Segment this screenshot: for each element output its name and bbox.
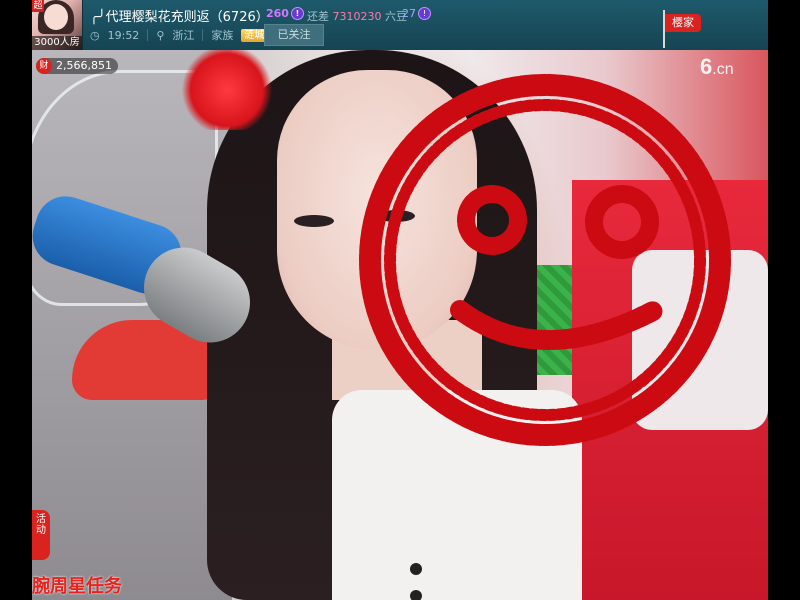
avatar-face	[44, 4, 68, 30]
location-icon: ⚲	[156, 28, 165, 42]
clan-label: 家族	[211, 29, 234, 42]
clock-icon: ◷	[90, 28, 100, 42]
next-level-value: 27	[402, 7, 416, 20]
upgrade-gap: 还差 7310230 六豆	[307, 8, 407, 24]
wealth-value: 2,566,851	[56, 59, 112, 72]
flag-label: 樱家	[665, 14, 701, 32]
gap-label: 还差	[307, 10, 329, 23]
next-level-pin-icon: !	[418, 7, 431, 20]
video-stream[interactable]: 财 2,566,851 6.cn 活动 腕周星任务	[32, 50, 768, 600]
logo-suffix: .cn	[712, 61, 734, 78]
logo-digit: 6	[700, 54, 713, 79]
broadcast-time: 19:52	[107, 28, 140, 42]
location: 浙江	[172, 29, 195, 42]
smiley-eye-left	[457, 185, 527, 255]
next-level: 27 !	[402, 7, 431, 20]
smiley-outline	[359, 74, 731, 446]
smiley-eye-right	[585, 185, 659, 259]
wealth-icon: 财	[36, 58, 52, 74]
room-header: 超 3000人房 ╭╯代理樱梨花充则返（6726） 260 ! 还差 73102…	[32, 0, 768, 50]
host-avatar[interactable]: 超 3000人房	[32, 0, 83, 50]
activity-tab[interactable]: 活动	[32, 510, 50, 560]
host-level: 260 !	[266, 7, 304, 20]
top-button	[410, 563, 422, 575]
hair-flower	[182, 50, 272, 130]
gap-value: 7310230	[332, 10, 382, 23]
level-pin-icon: !	[290, 7, 304, 20]
smiley-outline-inner	[384, 99, 706, 421]
host-name[interactable]: ╭╯代理樱梨花充则返（6726）	[90, 6, 269, 25]
divider	[147, 29, 149, 41]
wealth-counter: 财 2,566,851	[36, 58, 118, 74]
room-capacity: 3000人房	[32, 36, 82, 50]
site-logo: 6.cn	[700, 54, 734, 80]
host-level-value: 260	[266, 7, 289, 20]
live-room: 超 3000人房 ╭╯代理樱梨花充则返（6726） 260 ! 还差 73102…	[32, 0, 768, 600]
top-button	[410, 590, 422, 600]
divider	[202, 29, 204, 41]
smiley-gift-animation	[359, 74, 731, 446]
family-flag[interactable]: 樱家	[660, 10, 704, 50]
host-meta: ◷ 19:52 ⚲ 浙江 家族 涟城	[90, 27, 268, 43]
follow-button[interactable]: 已关注	[264, 24, 324, 46]
smiley-mouth	[450, 300, 665, 350]
weekly-star-task[interactable]: 腕周星任务	[32, 572, 122, 598]
super-badge: 超	[32, 0, 44, 12]
